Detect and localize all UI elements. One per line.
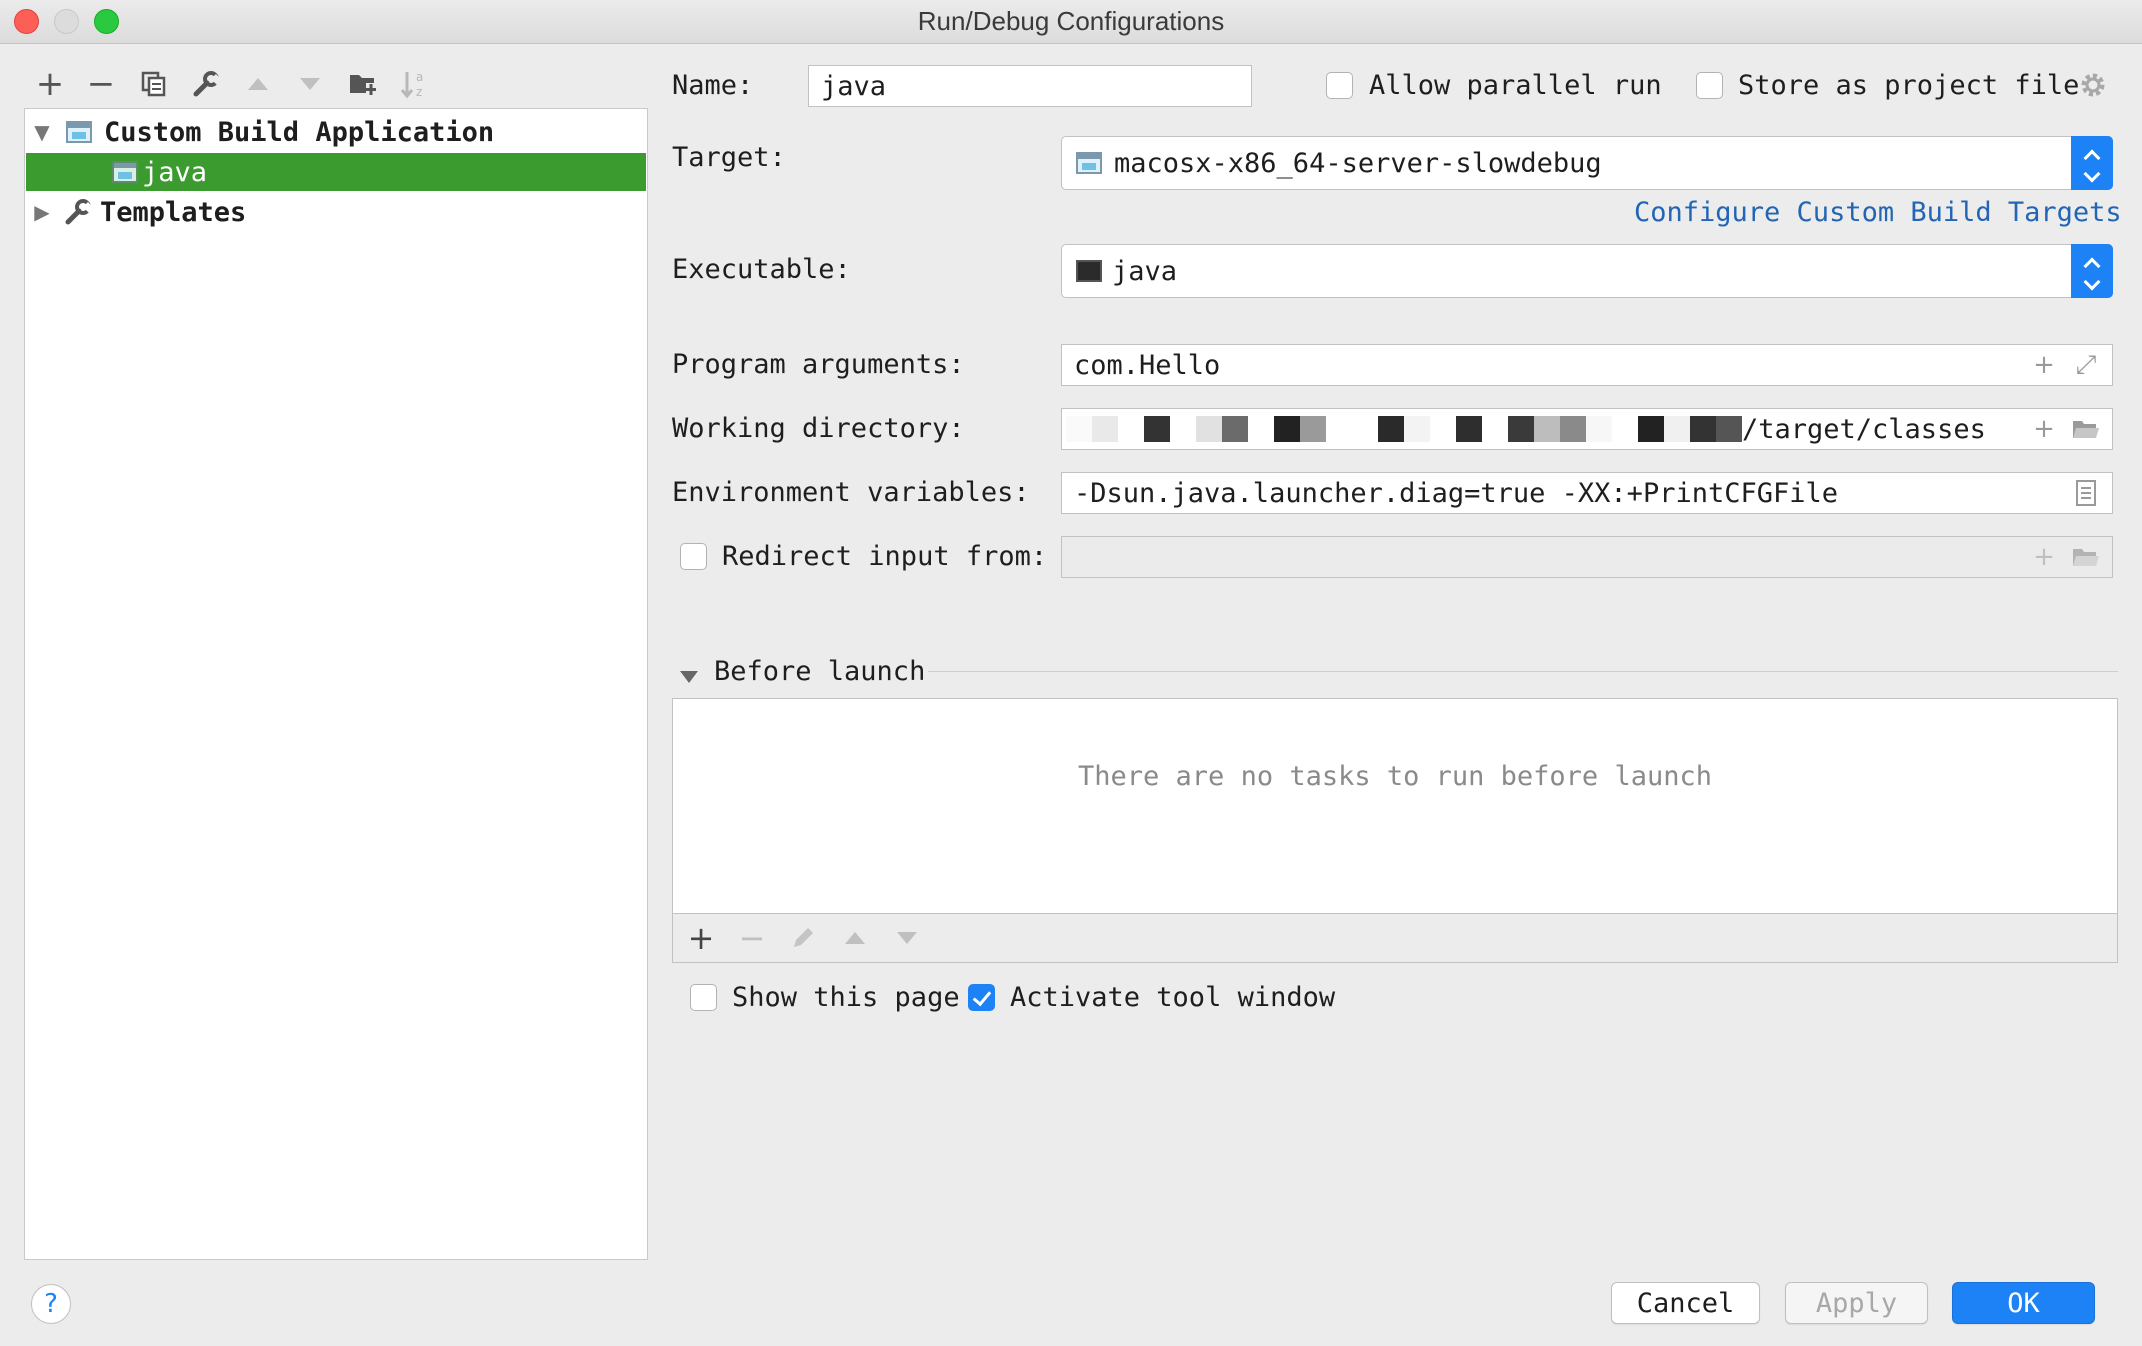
remove-task-icon[interactable]: − xyxy=(732,914,772,962)
tree-item-label: Templates xyxy=(100,196,247,228)
target-select[interactable]: macosx-x86_64-server-slowdebug xyxy=(1061,136,2113,190)
tree-item-custom-build-application[interactable]: ▼ Custom Build Application xyxy=(26,113,646,151)
title-bar: Run/Debug Configurations xyxy=(0,0,2142,44)
window-title: Run/Debug Configurations xyxy=(917,6,1225,36)
executable-label: Executable: xyxy=(672,254,851,285)
store-project-label: Store as project file xyxy=(1738,70,2080,101)
configuration-icon xyxy=(1076,152,1102,174)
program-args-field[interactable]: com.Hello + ⤢ xyxy=(1061,344,2113,386)
gear-icon[interactable] xyxy=(2078,70,2108,107)
ok-button[interactable]: OK xyxy=(1952,1282,2095,1324)
name-value: java xyxy=(821,70,887,102)
env-vars-label: Environment variables: xyxy=(672,477,1030,508)
collapse-before-launch-icon[interactable] xyxy=(678,662,700,692)
svg-text:z: z xyxy=(416,85,422,99)
env-vars-value: -Dsun.java.launcher.diag=true -XX:+Print… xyxy=(1074,477,1839,509)
insert-macro-icon[interactable]: + xyxy=(2026,537,2062,577)
configuration-tree[interactable]: ▼ Custom Build Application java ▶ Templa… xyxy=(24,108,648,1260)
executable-select-chevron-icon[interactable] xyxy=(2071,244,2113,298)
expanded-arrow-icon[interactable]: ▼ xyxy=(30,120,54,144)
new-folder-icon[interactable] xyxy=(345,66,381,102)
insert-macro-icon[interactable]: + xyxy=(2026,345,2062,385)
add-icon[interactable]: + xyxy=(32,64,68,104)
tree-item-label: Custom Build Application xyxy=(104,116,495,148)
executable-value: java xyxy=(1112,255,1178,287)
terminal-icon xyxy=(1076,260,1102,282)
collapsed-arrow-icon[interactable]: ▶ xyxy=(30,200,54,224)
working-dir-label: Working directory: xyxy=(672,413,965,444)
target-select-chevron-icon[interactable] xyxy=(2071,136,2113,190)
env-vars-field[interactable]: -Dsun.java.launcher.diag=true -XX:+Print… xyxy=(1061,472,2113,514)
before-launch-toolbar: + − xyxy=(672,913,2118,963)
cancel-button[interactable]: Cancel xyxy=(1611,1282,1760,1324)
insert-macro-icon[interactable]: + xyxy=(2026,409,2062,449)
redirect-input-field[interactable]: + xyxy=(1061,536,2113,578)
tree-item-label: java xyxy=(142,156,208,188)
configuration-icon xyxy=(112,161,138,183)
allow-parallel-checkbox[interactable] xyxy=(1326,72,1353,99)
before-launch-task-list[interactable]: There are no tasks to run before launch xyxy=(672,698,2118,913)
move-task-up-icon[interactable] xyxy=(835,914,875,962)
configure-targets-link[interactable]: Configure Custom Build Targets xyxy=(1634,197,2122,228)
working-dir-field[interactable]: /target/classes + xyxy=(1061,408,2113,450)
move-up-icon[interactable] xyxy=(240,66,276,102)
redirect-input-checkbox[interactable] xyxy=(680,543,707,570)
help-icon: ? xyxy=(44,1289,58,1319)
show-page-checkbox[interactable] xyxy=(690,984,717,1011)
program-args-value: com.Hello xyxy=(1074,349,1221,381)
redacted-path xyxy=(1066,410,1742,448)
remove-icon[interactable]: − xyxy=(83,64,119,104)
expand-icon[interactable]: ⤢ xyxy=(2068,345,2104,385)
store-project-checkbox[interactable] xyxy=(1696,72,1723,99)
executable-select[interactable]: java xyxy=(1061,244,2113,298)
activate-tool-window-checkbox[interactable] xyxy=(968,984,995,1011)
activate-tool-window-label: Activate tool window xyxy=(1010,982,1336,1013)
program-args-label: Program arguments: xyxy=(672,349,965,380)
empty-tasks-message: There are no tasks to run before launch xyxy=(1078,761,1712,792)
working-dir-value: /target/classes xyxy=(1742,413,1986,445)
folder-icon[interactable] xyxy=(2068,537,2104,577)
target-label: Target: xyxy=(672,142,786,173)
target-value: macosx-x86_64-server-slowdebug xyxy=(1114,147,1602,179)
wrench-icon xyxy=(64,198,92,226)
help-button[interactable]: ? xyxy=(31,1284,71,1324)
document-icon[interactable] xyxy=(2068,473,2104,513)
add-task-icon[interactable]: + xyxy=(681,914,721,962)
section-divider xyxy=(928,671,2118,672)
move-task-down-icon[interactable] xyxy=(887,914,927,962)
svg-text:a: a xyxy=(416,70,423,84)
wrench-icon[interactable] xyxy=(188,66,224,102)
configuration-icon xyxy=(66,121,92,143)
edit-task-icon[interactable] xyxy=(783,914,823,962)
copy-icon[interactable] xyxy=(136,66,172,102)
sort-icon[interactable]: az xyxy=(396,66,432,102)
before-launch-header: Before launch xyxy=(714,656,926,687)
redirect-input-label: Redirect input from: xyxy=(722,541,1048,572)
move-down-icon[interactable] xyxy=(292,66,328,102)
show-page-label: Show this page xyxy=(732,982,960,1013)
folder-icon[interactable] xyxy=(2068,409,2104,449)
tree-item-templates[interactable]: ▶ Templates xyxy=(26,193,646,231)
name-field[interactable]: java xyxy=(808,65,1252,107)
name-label: Name: xyxy=(672,70,754,101)
apply-button[interactable]: Apply xyxy=(1785,1282,1928,1324)
allow-parallel-label: Allow parallel run xyxy=(1369,70,1662,101)
tree-item-java[interactable]: java xyxy=(26,153,646,191)
